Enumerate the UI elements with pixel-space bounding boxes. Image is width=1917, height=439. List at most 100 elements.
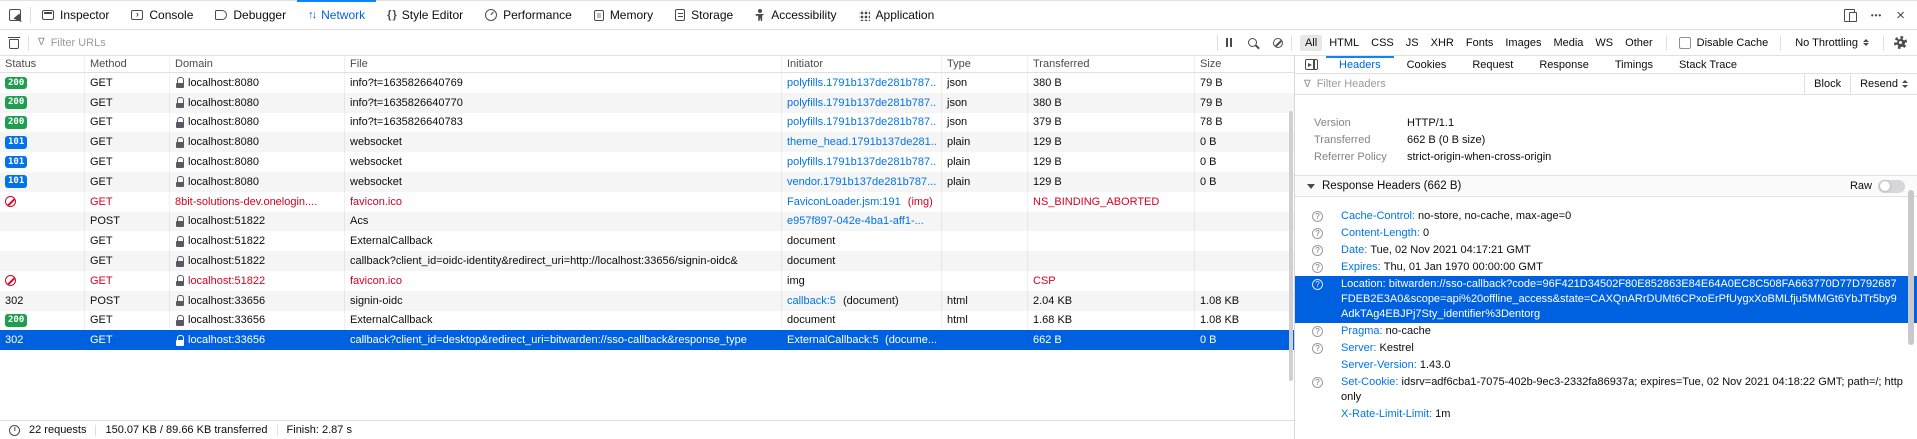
tab-console[interactable]: Console xyxy=(120,1,204,29)
header-name[interactable]: Content-Length: xyxy=(1341,227,1420,239)
tab-storage[interactable]: Storage xyxy=(664,1,744,29)
header-row-cache-control[interactable]: ?Cache-Control: no-store, no-cache, max-… xyxy=(1295,208,1917,225)
tab-debugger[interactable]: Debugger xyxy=(204,1,297,29)
question-mark-icon[interactable]: ? xyxy=(1312,343,1323,354)
request-row[interactable]: POSTlocalhost:51822Acse957f897-042e-4ba1… xyxy=(0,212,1294,232)
column-header-size[interactable]: Size xyxy=(1195,56,1295,72)
details-tab-request[interactable]: Request xyxy=(1459,56,1526,73)
block-url-button[interactable]: Block xyxy=(1804,74,1850,94)
column-header-transferred[interactable]: Transferred xyxy=(1028,56,1195,72)
filter-media-button[interactable]: Media xyxy=(1548,35,1588,51)
column-header-type[interactable]: Type xyxy=(942,56,1028,72)
filter-images-button[interactable]: Images xyxy=(1500,35,1546,51)
column-header-file[interactable]: File xyxy=(345,56,782,72)
header-row-server-version[interactable]: Server-Version: 1.43.0 xyxy=(1295,357,1917,374)
request-row[interactable]: GETlocalhost:51822favicon.icoimgCSP xyxy=(0,271,1294,291)
clear-requests-button[interactable] xyxy=(0,37,28,49)
tab-network[interactable]: Network xyxy=(297,1,376,29)
raw-toggle-switch[interactable] xyxy=(1878,180,1905,193)
question-mark-icon[interactable]: ? xyxy=(1312,377,1323,388)
header-row-expires[interactable]: ?Expires: Thu, 01 Jan 1970 00:00:00 GMT xyxy=(1295,259,1917,276)
close-devtools-icon[interactable] xyxy=(1896,7,1905,24)
initiator-link[interactable]: callback:5 xyxy=(787,295,836,307)
column-header-domain[interactable]: Domain xyxy=(170,56,345,72)
header-name[interactable]: Set-Cookie: xyxy=(1341,376,1398,388)
request-row[interactable]: 302POSTlocalhost:33656signin-oidccallbac… xyxy=(0,291,1294,311)
header-name[interactable]: Expires: xyxy=(1341,261,1381,273)
search-button[interactable] xyxy=(1240,30,1265,55)
filter-css-button[interactable]: CSS xyxy=(1366,35,1399,51)
tab-style-editor[interactable]: Style Editor xyxy=(376,1,474,29)
initiator-link[interactable]: polyfills.1791b137de281b787... xyxy=(787,156,937,168)
responsive-mode-icon[interactable] xyxy=(1844,9,1857,22)
question-mark-icon[interactable]: ? xyxy=(1312,245,1323,256)
header-name[interactable]: Cache-Control: xyxy=(1341,210,1415,222)
network-settings-button[interactable] xyxy=(1884,30,1917,55)
details-tab-response[interactable]: Response xyxy=(1526,56,1602,73)
initiator-link[interactable]: polyfills.1791b137de281b787... xyxy=(787,116,937,128)
tab-performance[interactable]: Performance xyxy=(474,1,583,29)
header-name[interactable]: Pragma: xyxy=(1341,325,1383,337)
initiator-link[interactable]: polyfills.1791b137de281b787... xyxy=(787,97,937,109)
initiator-link[interactable]: ExternalCallback:5 xyxy=(787,334,878,346)
resend-button[interactable]: Resend xyxy=(1850,74,1917,94)
filter-ws-button[interactable]: WS xyxy=(1590,35,1618,51)
initiator-link[interactable]: e957f897-042e-4ba1-aff1-... xyxy=(787,215,924,227)
initiator-link[interactable]: vendor.1791b137de281b787... xyxy=(787,176,936,188)
meatball-menu-icon[interactable] xyxy=(1871,11,1882,20)
details-tab-timings[interactable]: Timings xyxy=(1602,56,1666,73)
filter-js-button[interactable]: JS xyxy=(1401,35,1424,51)
filter-all-button[interactable]: All xyxy=(1300,35,1322,51)
question-mark-icon[interactable]: ? xyxy=(1312,279,1323,290)
request-row[interactable]: 200GETlocalhost:8080info?t=1635826640770… xyxy=(0,93,1294,113)
tab-memory[interactable]: Memory xyxy=(583,1,664,29)
request-row[interactable]: 200GETlocalhost:8080info?t=1635826640769… xyxy=(0,73,1294,93)
header-name[interactable]: Server: xyxy=(1341,342,1376,354)
node-picker-button[interactable] xyxy=(0,1,30,29)
header-name[interactable]: Server-Version: xyxy=(1341,359,1417,371)
question-mark-icon[interactable]: ? xyxy=(1312,326,1323,337)
request-row[interactable]: 101GETlocalhost:8080websockettheme_head.… xyxy=(0,132,1294,152)
header-row-set-cookie[interactable]: ?Set-Cookie: idsrv=adf6cba1-7075-402b-9e… xyxy=(1295,374,1917,406)
header-row-location[interactable]: ?Location: bitwarden://sso-callback?code… xyxy=(1295,276,1917,323)
details-tab-headers[interactable]: Headers xyxy=(1326,56,1394,73)
tab-inspector[interactable]: Inspector xyxy=(31,1,120,29)
header-name[interactable]: X-Rate-Limit-Limit: xyxy=(1341,408,1432,420)
filter-headers-input[interactable] xyxy=(1317,78,1798,90)
question-mark-icon[interactable]: ? xyxy=(1312,262,1323,273)
initiator-link[interactable]: theme_head.1791b137de281... xyxy=(787,136,937,148)
block-requests-button[interactable] xyxy=(1265,30,1291,55)
header-name[interactable]: Date: xyxy=(1341,244,1367,256)
performance-analysis-icon[interactable] xyxy=(9,425,20,436)
request-row[interactable]: 101GETlocalhost:8080websocketpolyfills.1… xyxy=(0,152,1294,172)
tab-application[interactable]: Application xyxy=(848,1,946,29)
filter-fonts-button[interactable]: Fonts xyxy=(1461,35,1499,51)
filter-urls-input[interactable] xyxy=(51,37,1209,49)
details-scrollbar[interactable] xyxy=(1908,190,1914,345)
request-row[interactable]: 200GETlocalhost:33656ExternalCallbackdoc… xyxy=(0,311,1294,331)
filter-html-button[interactable]: HTML xyxy=(1324,35,1364,51)
filter-other-button[interactable]: Other xyxy=(1620,35,1658,51)
filter-xhr-button[interactable]: XHR xyxy=(1426,35,1459,51)
request-row[interactable]: GETlocalhost:51822callback?client_id=oid… xyxy=(0,251,1294,271)
tab-accessibility[interactable]: Accessibility xyxy=(744,1,847,29)
column-header-method[interactable]: Method xyxy=(85,56,170,72)
response-headers-section[interactable]: Response Headers (662 B) Raw xyxy=(1295,175,1917,197)
request-row[interactable]: GETlocalhost:51822ExternalCallbackdocume… xyxy=(0,231,1294,251)
header-row-date[interactable]: ?Date: Tue, 02 Nov 2021 04:17:21 GMT xyxy=(1295,242,1917,259)
details-tab-cookies[interactable]: Cookies xyxy=(1394,56,1460,73)
pause-traffic-button[interactable] xyxy=(1218,30,1240,55)
column-header-status[interactable]: Status xyxy=(0,56,85,72)
column-header-initiator[interactable]: Initiator xyxy=(782,56,942,72)
initiator-link[interactable]: FaviconLoader.jsm:191 xyxy=(787,196,901,208)
header-row-pragma[interactable]: ?Pragma: no-cache xyxy=(1295,323,1917,340)
details-tab-stack-trace[interactable]: Stack Trace xyxy=(1666,56,1750,73)
request-list-scrollbar[interactable] xyxy=(1289,111,1293,381)
disable-cache-checkbox[interactable] xyxy=(1679,37,1691,49)
question-mark-icon[interactable]: ? xyxy=(1312,211,1323,222)
question-mark-icon[interactable]: ? xyxy=(1312,228,1323,239)
request-row[interactable]: GET8bit-solutions-dev.onelogin....favico… xyxy=(0,192,1294,212)
request-row[interactable]: 302GETlocalhost:33656callback?client_id=… xyxy=(0,330,1294,350)
request-row[interactable]: 200GETlocalhost:8080info?t=1635826640783… xyxy=(0,113,1294,133)
header-row-server[interactable]: ?Server: Kestrel xyxy=(1295,340,1917,357)
